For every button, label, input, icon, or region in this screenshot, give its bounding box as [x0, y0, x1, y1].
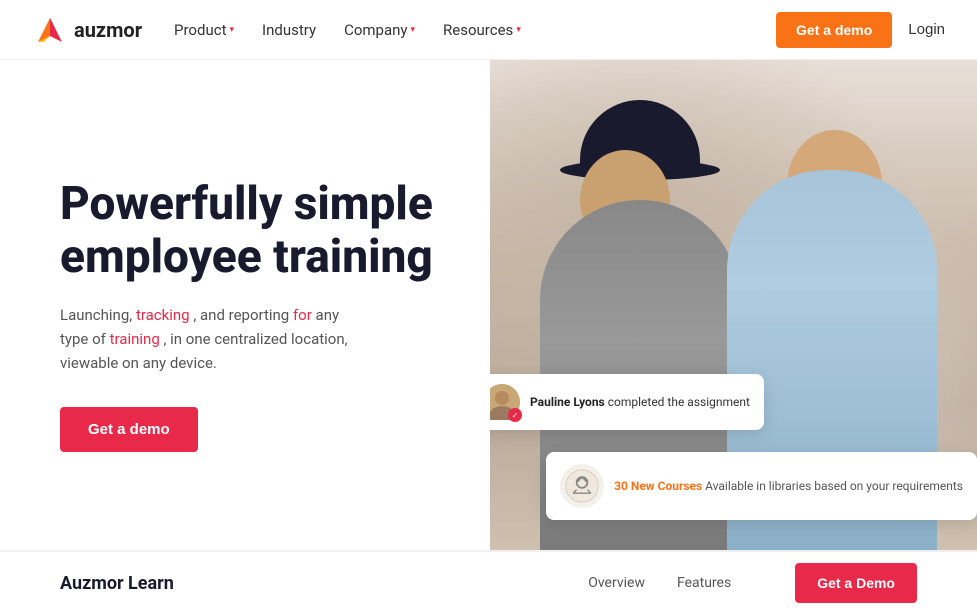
logo-icon — [32, 12, 68, 48]
bottom-brand: Auzmor Learn — [60, 573, 588, 594]
bottom-links: Overview Features Get a Demo — [588, 563, 917, 603]
notif-name: Pauline Lyons — [530, 395, 605, 409]
notification-card-1: ✓ Pauline Lyons completed the assignment — [490, 374, 764, 430]
avatar: ✓ — [490, 384, 520, 420]
courses-svg-icon — [564, 468, 600, 504]
bottom-link-overview[interactable]: Overview — [588, 575, 645, 591]
courses-count: 30 New Courses — [614, 479, 702, 493]
subtitle-text: Launching, — [60, 306, 136, 324]
subtitle-text2: , and reporting — [193, 306, 293, 324]
subtitle-tracking: tracking — [136, 306, 190, 324]
hero-subtitle: Launching, tracking , and reporting for … — [60, 303, 360, 375]
nav-product-label: Product — [174, 21, 226, 39]
notif-action: completed the assignment — [608, 395, 750, 409]
nav-product[interactable]: Product ▾ — [174, 21, 234, 39]
get-demo-button[interactable]: Get a demo — [776, 12, 892, 48]
nav-links: Product ▾ Industry Company ▾ Resources ▾ — [174, 21, 776, 39]
chevron-icon: ▾ — [411, 25, 416, 35]
nav-industry-label: Industry — [262, 21, 316, 39]
hero-image: ✓ Pauline Lyons completed the assignment — [490, 60, 977, 550]
hero-photo: ✓ Pauline Lyons completed the assignment — [490, 60, 977, 550]
bottom-bar: Auzmor Learn Overview Features Get a Dem… — [0, 550, 977, 614]
courses-icon — [560, 464, 604, 508]
logo-text: auzmor — [74, 18, 142, 42]
nav-resources-label: Resources — [443, 21, 513, 39]
chevron-icon: ▾ — [229, 25, 234, 35]
hero-left: Powerfully simple employee training Laun… — [0, 60, 490, 550]
chevron-icon: ▾ — [516, 25, 521, 35]
subtitle-training: training — [110, 330, 160, 348]
nav-actions: Get a demo Login — [776, 12, 945, 48]
bottom-cta-button[interactable]: Get a Demo — [795, 563, 917, 603]
bottom-link-features[interactable]: Features — [677, 575, 731, 591]
notif-text-1: Pauline Lyons completed the assignment — [530, 394, 750, 411]
login-button[interactable]: Login — [908, 21, 945, 38]
hero-title: Powerfully simple employee training — [60, 178, 450, 284]
hero-section: Powerfully simple employee training Laun… — [0, 60, 977, 550]
check-icon: ✓ — [508, 408, 522, 422]
nav-resources[interactable]: Resources ▾ — [443, 21, 521, 39]
notif-text-2: 30 New Courses Available in libraries ba… — [614, 478, 963, 495]
notification-card-2: 30 New Courses Available in libraries ba… — [546, 452, 977, 520]
logo[interactable]: auzmor — [32, 12, 142, 48]
navbar: auzmor Product ▾ Industry Company ▾ Reso… — [0, 0, 977, 60]
subtitle-for: for — [293, 306, 312, 324]
nav-industry[interactable]: Industry — [262, 21, 316, 39]
notif-courses-text: Available in libraries based on your req… — [705, 479, 963, 493]
nav-company[interactable]: Company ▾ — [344, 21, 415, 39]
hero-cta-button[interactable]: Get a demo — [60, 407, 198, 452]
nav-company-label: Company — [344, 21, 407, 39]
